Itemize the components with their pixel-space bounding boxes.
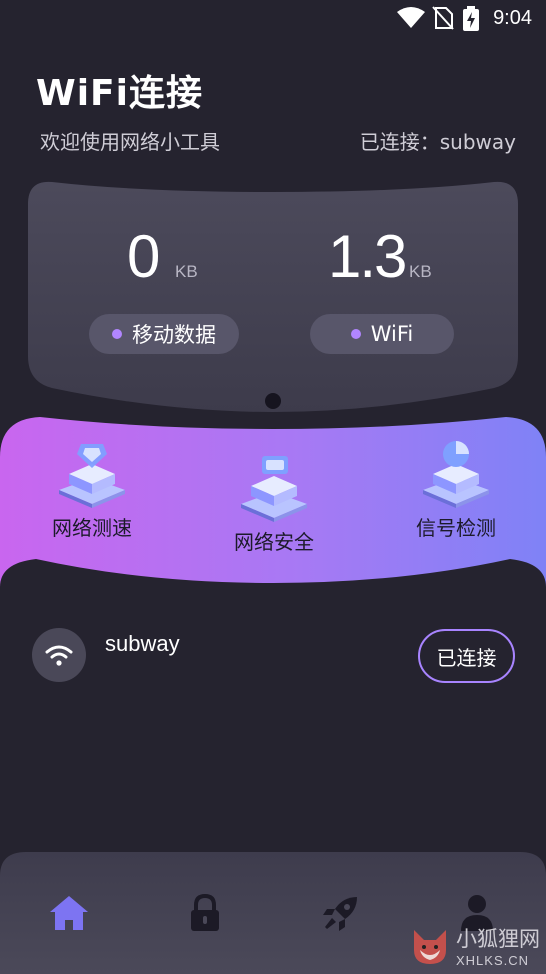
wifi-network-name: subway: [105, 631, 180, 656]
feature-label: 网络测速: [52, 516, 132, 540]
status-time: 9:04: [493, 7, 532, 29]
no-sim-icon: [432, 6, 454, 30]
watermark-text: 小狐狸网: [456, 927, 540, 951]
feature-signal-detect[interactable]: 信号检测: [404, 438, 508, 541]
watermark: 小狐狸网 XHLKS.CN: [408, 923, 540, 968]
watermark-domain: XHLKS.CN: [456, 953, 530, 968]
fox-logo-icon: [414, 929, 446, 964]
mobile-data-unit: KB: [175, 262, 198, 281]
signal-detect-icon: [423, 441, 489, 508]
mobile-data-tab[interactable]: 移动数据: [89, 314, 239, 354]
page-indicator-dot: [265, 393, 281, 409]
feature-label: 信号检测: [416, 516, 496, 540]
connected-button[interactable]: 已连接: [418, 629, 515, 683]
wifi-data-tab[interactable]: WiFi: [310, 314, 454, 354]
lock-icon: [191, 894, 219, 931]
status-bar: 9:04: [0, 0, 546, 36]
page-title: WiFi连接: [36, 73, 203, 114]
feature-label: 网络安全: [234, 530, 314, 554]
home-icon: [50, 896, 88, 930]
rocket-icon: [323, 897, 357, 931]
speed-test-icon: [59, 444, 125, 508]
wifi-data-value: 1.3: [328, 223, 407, 290]
wifi-network-icon: [32, 628, 86, 682]
nav-boost[interactable]: [316, 888, 366, 938]
nav-security[interactable]: [180, 888, 230, 938]
wifi-icon: [45, 645, 73, 666]
indicator-dot: [112, 329, 122, 339]
battery-charging-icon: [463, 6, 479, 31]
mobile-data-label: 移动数据: [132, 323, 216, 347]
network-security-icon: [241, 456, 307, 522]
feature-network-security[interactable]: 网络安全: [222, 452, 326, 555]
mobile-data-value: 0: [127, 223, 160, 290]
wifi-signal-icon: [397, 7, 425, 28]
connected-status-text: 已连接：subway: [359, 130, 516, 154]
feature-speed-test[interactable]: 网络测速: [40, 438, 144, 541]
wifi-data-unit: KB: [409, 262, 432, 281]
welcome-text: 欢迎使用网络小工具: [40, 130, 220, 154]
indicator-dot: [350, 329, 361, 339]
nav-home[interactable]: [44, 888, 94, 938]
wifi-data-label: WiFi: [370, 322, 414, 346]
stats-card: [28, 181, 518, 412]
